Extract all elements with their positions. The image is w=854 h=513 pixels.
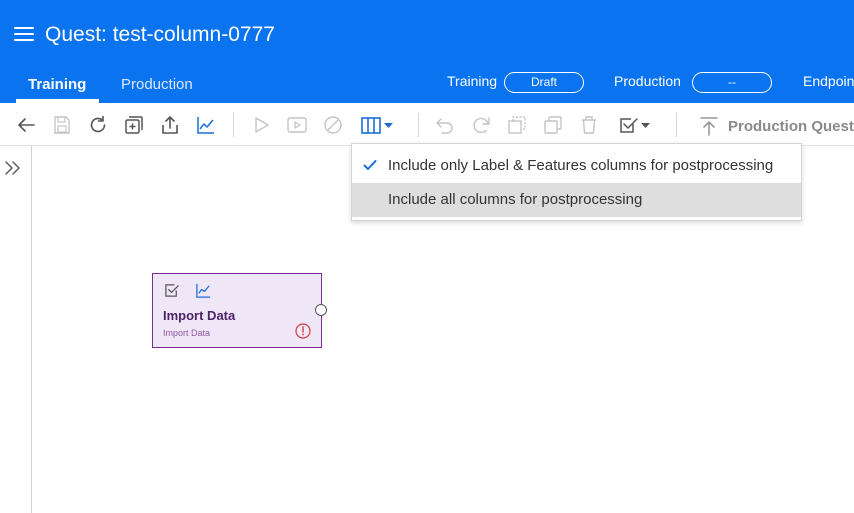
toolbar-divider bbox=[418, 113, 419, 137]
toolbar: Production Quest bbox=[0, 103, 854, 146]
import-data-node[interactable]: Import Data Import Data bbox=[152, 273, 322, 348]
option-all-columns[interactable]: Include all columns for postprocessing bbox=[352, 183, 801, 217]
node-subtitle: Import Data bbox=[163, 328, 211, 338]
node-output-port[interactable] bbox=[315, 304, 327, 316]
validate-icon[interactable] bbox=[618, 114, 654, 136]
expand-panel-icon[interactable] bbox=[3, 158, 23, 178]
node-title: Import Data bbox=[163, 308, 236, 323]
stop-icon[interactable] bbox=[322, 114, 344, 136]
save-icon[interactable] bbox=[51, 114, 73, 136]
toolbar-divider bbox=[676, 113, 677, 137]
menu-icon[interactable] bbox=[14, 27, 34, 41]
add-node-icon[interactable] bbox=[123, 114, 145, 136]
export-icon[interactable] bbox=[159, 114, 181, 136]
chart-icon[interactable] bbox=[195, 282, 212, 299]
back-arrow-icon[interactable] bbox=[15, 114, 37, 136]
checkmark-icon bbox=[363, 160, 377, 170]
option-label: Include all columns for postprocessing bbox=[388, 191, 643, 208]
production-quest-label: Production Quest bbox=[728, 117, 854, 135]
toolbar-divider bbox=[233, 113, 234, 137]
production-status-badge: -- bbox=[692, 72, 772, 93]
duplicate-icon[interactable] bbox=[542, 114, 564, 136]
play-icon[interactable] bbox=[250, 114, 272, 136]
option-label: Include only Label & Features columns fo… bbox=[388, 157, 774, 174]
training-status-label: Training bbox=[447, 73, 498, 89]
page-title: Quest: test-column-0777 bbox=[45, 23, 275, 46]
warning-icon[interactable] bbox=[295, 323, 311, 339]
production-status-label: Production bbox=[614, 73, 681, 89]
columns-icon[interactable] bbox=[360, 114, 396, 136]
endpoint-status-label: Endpoint bbox=[803, 73, 854, 89]
play-step-icon[interactable] bbox=[286, 114, 308, 136]
production-quest-button[interactable]: Production Quest bbox=[698, 114, 854, 138]
upload-icon bbox=[700, 117, 718, 136]
copy-icon[interactable] bbox=[506, 114, 528, 136]
redo-icon[interactable] bbox=[470, 114, 492, 136]
tab-production[interactable]: Production bbox=[121, 76, 193, 93]
option-label-features-columns[interactable]: Include only Label & Features columns fo… bbox=[352, 149, 801, 183]
undo-icon[interactable] bbox=[434, 114, 456, 136]
left-panel-rail bbox=[0, 146, 32, 513]
refresh-icon[interactable] bbox=[87, 114, 109, 136]
app-header: Quest: test-column-0777 Training Product… bbox=[0, 0, 854, 103]
tab-training[interactable]: Training bbox=[28, 76, 86, 93]
training-status-badge: Draft bbox=[504, 72, 584, 93]
trash-icon[interactable] bbox=[578, 114, 600, 136]
columns-dropdown-menu: Include only Label & Features columns fo… bbox=[351, 143, 802, 221]
checkbox-icon[interactable] bbox=[164, 282, 181, 299]
chart-icon[interactable] bbox=[195, 114, 217, 136]
